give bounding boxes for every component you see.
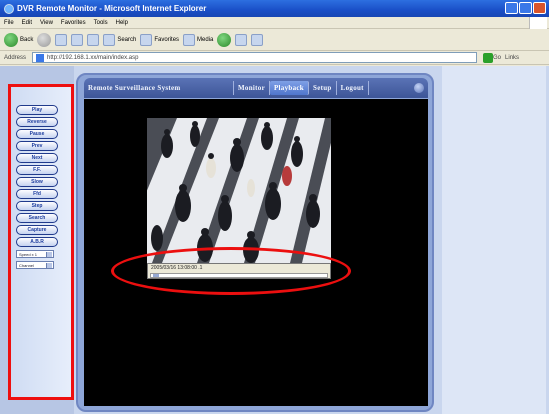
mail-icon[interactable] xyxy=(235,33,248,46)
favorites-button[interactable]: Favorites xyxy=(140,33,179,46)
internet-explorer-icon xyxy=(4,3,14,14)
menu-favorites[interactable]: Favorites xyxy=(61,20,86,26)
menu-edit[interactable]: Edit xyxy=(22,20,32,26)
address-url: http://192.168.1.xx/main/index.asp xyxy=(47,54,139,61)
play-button[interactable]: Play xyxy=(16,105,58,115)
window-controls xyxy=(505,2,546,14)
address-bar: Address http://192.168.1.xx/main/index.a… xyxy=(0,51,549,65)
fast-forward-button[interactable]: F.F. xyxy=(16,165,58,175)
ffd-button[interactable]: Ffd xyxy=(16,189,58,199)
next-button[interactable]: Next xyxy=(16,153,58,163)
forward-button[interactable] xyxy=(37,32,52,47)
browser-toolbar: Back Search Favorites Media xyxy=(0,29,549,51)
print-icon[interactable] xyxy=(251,33,264,46)
nav-orb-icon xyxy=(414,83,424,93)
slow-button[interactable]: Slow xyxy=(16,177,58,187)
search-button-app[interactable]: Search xyxy=(16,213,58,223)
top-nav: Remote Surveillance System Monitor Playb… xyxy=(84,78,428,98)
right-panel xyxy=(442,66,546,414)
menu-tools[interactable]: Tools xyxy=(94,20,108,26)
media-icon xyxy=(183,33,196,46)
prev-button[interactable]: Prev xyxy=(16,141,58,151)
highlight-ellipse xyxy=(111,247,351,295)
video-frame xyxy=(147,118,331,263)
tab-playback[interactable]: Playback xyxy=(269,81,309,95)
right-margin xyxy=(436,66,549,414)
back-button[interactable]: Back xyxy=(4,32,33,47)
minimize-button[interactable] xyxy=(505,2,518,14)
menu-bar: File Edit View Favorites Tools Help xyxy=(0,17,549,29)
links-label[interactable]: Links xyxy=(505,55,519,61)
home-icon[interactable] xyxy=(87,33,100,46)
history-icon[interactable] xyxy=(217,32,232,47)
reverse-button[interactable]: Reverse xyxy=(16,117,58,127)
menu-view[interactable]: View xyxy=(40,20,53,26)
step-button[interactable]: Step xyxy=(16,201,58,211)
abr-button[interactable]: A.B.R xyxy=(16,237,58,247)
system-title: Remote Surveillance System xyxy=(84,81,234,95)
go-arrow-icon[interactable] xyxy=(483,52,494,63)
crosswalk-image xyxy=(147,118,331,263)
window-title: DVR Remote Monitor - Microsoft Internet … xyxy=(17,4,207,13)
playback-control-panel: Play Reverse Pause Prev Next F.F. Slow F… xyxy=(8,84,74,400)
stop-icon[interactable] xyxy=(55,33,68,46)
title-bar: DVR Remote Monitor - Microsoft Internet … xyxy=(0,0,549,17)
maximize-button[interactable] xyxy=(519,2,532,14)
web-page: Play Reverse Pause Prev Next F.F. Slow F… xyxy=(0,66,549,414)
channel-select[interactable]: Channel xyxy=(16,261,54,269)
refresh-icon[interactable] xyxy=(71,33,84,46)
address-label: Address xyxy=(4,54,27,61)
control-button-stack: Play Reverse Pause Prev Next F.F. Slow F… xyxy=(16,105,58,269)
windows-logo-icon xyxy=(529,17,547,29)
address-input[interactable]: http://192.168.1.xx/main/index.asp xyxy=(32,52,478,63)
pause-button[interactable]: Pause xyxy=(16,129,58,139)
search-button[interactable]: Search xyxy=(103,33,136,46)
search-icon xyxy=(103,33,116,46)
tab-monitor[interactable]: Monitor xyxy=(234,81,270,95)
tab-setup[interactable]: Setup xyxy=(309,81,337,95)
go-label[interactable]: Go xyxy=(493,55,501,61)
media-button[interactable]: Media xyxy=(183,33,213,46)
browser-window: DVR Remote Monitor - Microsoft Internet … xyxy=(0,0,549,414)
close-button[interactable] xyxy=(533,2,546,14)
menu-file[interactable]: File xyxy=(4,20,14,26)
menu-help[interactable]: Help xyxy=(116,20,128,26)
page-icon xyxy=(36,53,45,62)
back-arrow-icon xyxy=(4,32,18,47)
star-icon xyxy=(140,33,153,46)
tab-logout[interactable]: Logout xyxy=(337,81,369,95)
capture-button[interactable]: Capture xyxy=(16,225,58,235)
speed-select[interactable]: Speed x 1 xyxy=(16,250,54,258)
